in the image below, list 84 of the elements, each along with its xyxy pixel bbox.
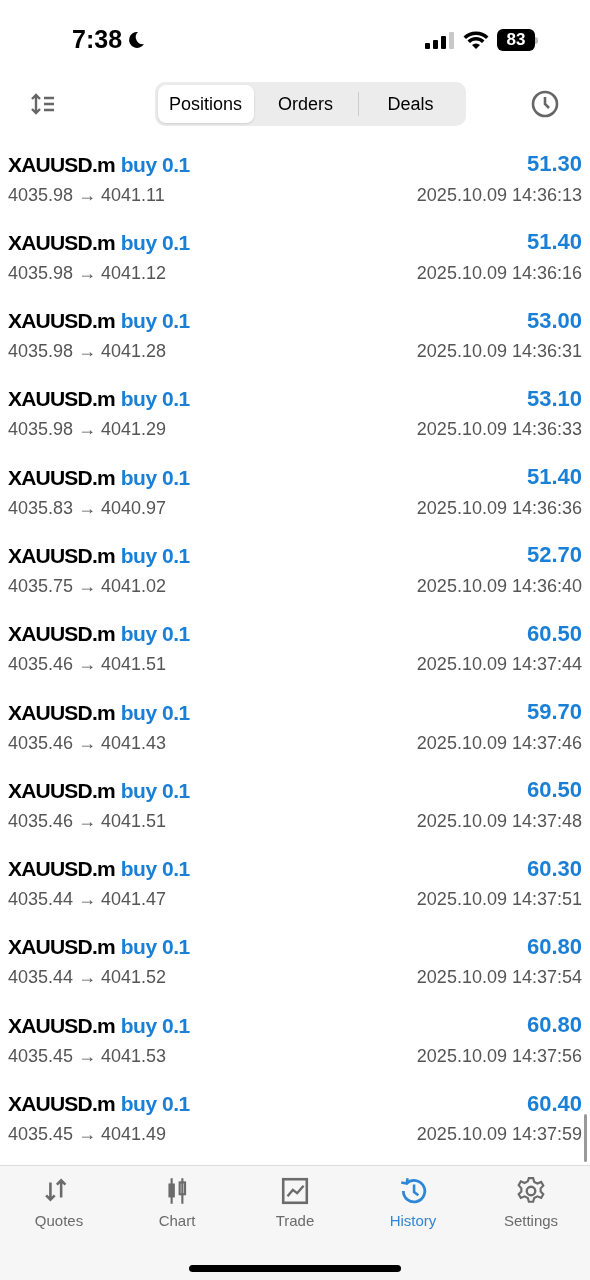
price-range: 4035.44 → 4041.47	[8, 888, 167, 912]
nav-tab[interactable]: Trade	[236, 1176, 354, 1233]
deal-time: 2025.10.09 14:36:33	[416, 418, 582, 442]
nav-tab[interactable]: Chart	[118, 1176, 236, 1233]
deal-time: 2025.10.09 14:37:51	[416, 888, 582, 912]
order-type: buy 0.1	[120, 464, 190, 491]
profit-value: 52.70	[526, 541, 582, 570]
clock-icon[interactable]	[530, 89, 560, 119]
order-type: buy 0.1	[120, 386, 190, 413]
symbol-label: XAUUSD.m	[8, 308, 115, 335]
price-range: 4035.44 → 4041.52	[8, 966, 167, 990]
deal-time: 2025.10.09 14:37:54	[416, 966, 582, 990]
deal-time: 2025.10.09 14:36:36	[416, 496, 582, 520]
symbol-label: XAUUSD.m	[8, 229, 115, 256]
segment-tab[interactable]: Orders	[253, 85, 358, 123]
price-range: 4035.98 → 4041.11	[8, 183, 165, 207]
deal-time: 2025.10.09 14:37:48	[416, 809, 582, 833]
profit-value: 60.80	[526, 932, 582, 961]
scrollbar	[584, 1114, 587, 1162]
wifi-icon	[463, 30, 489, 50]
nav-tab[interactable]: Quotes	[0, 1176, 118, 1233]
moon-icon	[126, 30, 147, 50]
profit-value: 60.40	[526, 1089, 582, 1118]
profit-value: 53.10	[526, 384, 582, 413]
profit-value: 51.30	[526, 150, 582, 178]
deal-time: 2025.10.09 14:37:44	[416, 653, 582, 677]
history-icon	[398, 1176, 428, 1206]
battery-level: 83	[506, 29, 526, 52]
profit-value: 60.80	[526, 1011, 582, 1040]
order-type: buy 0.1	[120, 699, 190, 726]
order-type: buy 0.1	[120, 934, 190, 961]
price-range: 4035.46 → 4041.51	[8, 653, 167, 677]
order-type: buy 0.1	[120, 1091, 190, 1118]
symbol-label: XAUUSD.m	[8, 934, 115, 961]
order-type: buy 0.1	[120, 543, 190, 569]
deal-time: 2025.10.09 14:36:13	[416, 183, 582, 207]
price-range: 4035.98 → 4041.12	[8, 261, 167, 285]
profit-value: 53.00	[526, 306, 582, 335]
deal-time: 2025.10.09 14:36:31	[416, 340, 582, 364]
profit-value: 60.30	[526, 854, 582, 883]
deal-time: 2025.10.09 14:36:16	[416, 261, 582, 285]
symbol-label: XAUUSD.m	[8, 699, 115, 726]
price-range: 4035.45 → 4041.53	[8, 1044, 167, 1068]
order-type: buy 0.1	[120, 151, 190, 178]
symbol-label: XAUUSD.m	[8, 151, 115, 178]
symbol-label: XAUUSD.m	[8, 777, 115, 804]
sort-icon[interactable]	[30, 93, 56, 115]
price-range: 4035.98 → 4041.28	[8, 340, 167, 364]
order-type: buy 0.1	[120, 308, 190, 335]
line-chart-icon	[280, 1176, 310, 1206]
symbol-label: XAUUSD.m	[8, 621, 115, 648]
profit-value: 59.70	[526, 698, 582, 727]
order-type: buy 0.1	[120, 229, 190, 256]
symbol-label: XAUUSD.m	[8, 543, 115, 569]
price-range: 4035.83 → 4040.97	[8, 496, 167, 520]
symbol-label: XAUUSD.m	[8, 1012, 115, 1039]
nav-tab[interactable]: Settings	[472, 1176, 590, 1233]
order-type: buy 0.1	[120, 1012, 190, 1039]
symbol-label: XAUUSD.m	[8, 386, 115, 413]
profit-value: 51.40	[526, 228, 582, 257]
price-range: 4035.46 → 4041.51	[8, 809, 167, 833]
order-type: buy 0.1	[120, 777, 190, 804]
price-range: 4035.46 → 4041.43	[8, 731, 167, 755]
deal-time: 2025.10.09 14:37:56	[416, 1044, 582, 1068]
price-range: 4035.75 → 4041.02	[8, 575, 167, 598]
deal-time: 2025.10.09 14:37:59	[416, 1123, 582, 1147]
clock-time: 7:38	[72, 24, 123, 56]
segment-tab[interactable]: Deals	[358, 85, 463, 123]
deal-time: 2025.10.09 14:36:40	[416, 575, 582, 598]
order-type: buy 0.1	[120, 856, 190, 883]
profit-value: 60.50	[526, 776, 582, 805]
symbol-label: XAUUSD.m	[8, 464, 115, 491]
price-range: 4035.98 → 4041.29	[8, 418, 167, 442]
signal-icon	[425, 30, 455, 50]
profit-value: 60.50	[526, 619, 582, 648]
order-type: buy 0.1	[120, 621, 190, 648]
nav-tab[interactable]: History	[354, 1176, 472, 1233]
deal-time: 2025.10.09 14:37:46	[416, 731, 582, 755]
segment-tab[interactable]: Positions	[157, 85, 254, 123]
settings-icon	[516, 1176, 546, 1206]
price-range: 4035.45 → 4041.49	[8, 1123, 167, 1147]
symbol-label: XAUUSD.m	[8, 1091, 115, 1118]
symbol-label: XAUUSD.m	[8, 856, 115, 883]
profit-value: 51.40	[526, 463, 582, 492]
